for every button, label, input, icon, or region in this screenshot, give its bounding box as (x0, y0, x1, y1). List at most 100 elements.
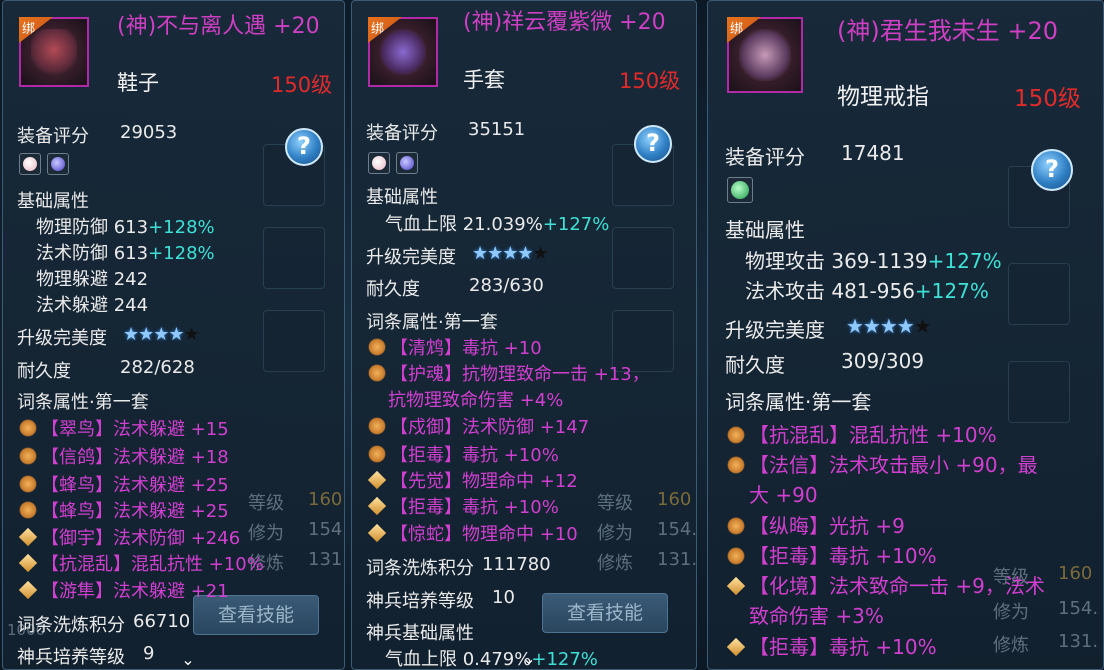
sapphire-gem-icon (400, 156, 414, 170)
star-empty-icon: ★ (532, 243, 549, 264)
cultivate-label: 神兵培养等级 (17, 647, 125, 668)
affix-row: 【信鸽】法术躲避 +18 (19, 443, 229, 469)
durability-value: 309/309 (841, 349, 925, 373)
pearl-gem-icon (372, 156, 386, 170)
durability-label: 耐久度 (725, 353, 785, 377)
item-level: 150级 (619, 69, 681, 93)
affix-row: 【拒毒】毒抗 +10% (726, 631, 937, 660)
item-level: 150级 (271, 73, 333, 97)
scroll-down-chevron-icon[interactable]: ⌄ (173, 652, 203, 668)
affix-row: 【游隼】法术躲避 +21 (18, 577, 229, 603)
score-value: 17481 (841, 141, 905, 165)
bg-level-value: 160 (308, 489, 343, 510)
bg-practice-label: 修炼 (993, 635, 1029, 656)
help-button[interactable]: ? (285, 128, 323, 166)
affix-row: 【纵晦】光抗 +9 (727, 510, 905, 539)
bg-level-label: 等级 (597, 493, 633, 514)
swirl-icon (727, 517, 745, 535)
affix-row: 【法信】法术攻击最小 +90，最 (727, 449, 1038, 478)
bg-equip-slot (612, 227, 674, 289)
cultivate-label: 神兵培养等级 (366, 591, 474, 612)
item-type: 鞋子 (117, 71, 159, 95)
cultivate-value: 9 (143, 643, 155, 664)
cultivate-value: 10 (492, 587, 515, 608)
bg-equip-slot (263, 310, 325, 372)
base-attr-bonus: +128% (148, 243, 215, 264)
bg-cultivate-value: 154. (657, 519, 697, 540)
bg-practice-value: 131. (308, 549, 345, 570)
item-icon-frame: 绑 (368, 17, 438, 87)
swirl-icon (19, 501, 37, 519)
swirl-icon (368, 445, 386, 463)
item-icon-frame: 绑 (727, 17, 803, 93)
diamond-icon (18, 580, 38, 600)
base-attr-label: 基础属性 (725, 218, 805, 242)
item-icon-frame: 绑 (19, 17, 89, 87)
gem-slot (368, 152, 390, 174)
diamond-icon (726, 637, 746, 657)
base-attr-name: 物理攻击 369-1139 (745, 249, 928, 273)
help-button[interactable]: ? (1031, 149, 1073, 191)
affix-row-continued: 抗物理致命伤害 +4% (388, 390, 564, 411)
star-empty-icon: ★ (913, 314, 932, 338)
score-label: 装备评分 (366, 123, 438, 144)
affix-row: 【蜂鸟】法术躲避 +25 (19, 471, 229, 497)
affix-row-continued: 大 +90 (749, 483, 818, 507)
item-tooltip-ring: 等级 160 修为 154. 修炼 131. 绑 (神)君生我未生 +20 物理… (707, 0, 1104, 670)
refine-label: 词条洗炼积分 (366, 558, 474, 579)
gem-slot (727, 177, 753, 203)
base-attr-label: 基础属性 (366, 187, 438, 208)
score-label: 装备评分 (17, 126, 89, 147)
item-tooltip-shoes: 等级 160 修为 154. 修炼 131. 查看技能 1000 绑 (神)不与… (2, 0, 345, 670)
star-icon: ★★★★ (472, 243, 534, 264)
refine-value: 111780 (482, 554, 551, 575)
affix-row: 【清鸩】毒抗 +10 (368, 334, 542, 360)
bg-level-value: 160 (1058, 563, 1093, 584)
affix-row: 【护魂】抗物理致命一击 +13， (368, 360, 650, 386)
affix-row-continued: 致命伤害 +3% (749, 604, 884, 628)
durability-label: 耐久度 (17, 361, 71, 382)
refine-value: 66710 (133, 611, 191, 632)
affix-row: 【化境】法术致命一击 +9，法术 (726, 570, 1045, 599)
bg-equip-slot (1008, 263, 1070, 325)
affix-row: 【御宇】法术防御 +246 (18, 524, 240, 550)
affix-row: 【抗混乱】混乱抗性 +10% (727, 419, 997, 448)
base-attr-name: 物理防御 613 (36, 217, 149, 238)
bg-cultivate-value: 154. (308, 519, 345, 540)
durability-value: 282/628 (120, 357, 195, 378)
gem-slot (396, 152, 418, 174)
item-title: (神)君生我未生 +20 (837, 17, 1059, 45)
bg-equip-slot (263, 227, 325, 289)
scroll-down-chevron-icon[interactable]: ⌄ (514, 651, 544, 667)
swirl-icon (19, 447, 37, 465)
bg-cultivate-label: 修为 (993, 602, 1029, 623)
bg-view-skill-button[interactable]: 查看技能 (542, 593, 668, 633)
affix-row: 【蜂鸟】法术躲避 +25 (19, 497, 229, 523)
base-attr-label: 基础属性 (17, 191, 89, 212)
affix-row: 【拒毒】毒抗 +10% (368, 441, 559, 467)
affix-row: 【戍御】法术防御 +147 (368, 413, 589, 439)
score-label: 装备评分 (725, 145, 805, 169)
affix-label: 词条属性·第一套 (725, 390, 872, 414)
affix-row: 【拒毒】毒抗 +10% (367, 493, 559, 519)
durability-label: 耐久度 (366, 279, 420, 300)
affix-label: 词条属性·第一套 (366, 312, 498, 333)
sapphire-gem-icon (51, 157, 65, 171)
star-icon: ★★★★ (846, 314, 915, 338)
gem-slot (47, 153, 69, 175)
diamond-icon (367, 470, 387, 490)
affix-row: 【惊蛇】物理命中 +10 (367, 520, 578, 546)
affix-row: 【先觉】物理命中 +12 (367, 467, 578, 493)
bg-cultivate-label: 修为 (248, 523, 284, 544)
durability-value: 283/630 (469, 275, 544, 296)
base-attr-name: 气血上限 21.039% (385, 214, 543, 235)
star-icon: ★★★★ (123, 324, 185, 345)
affix-label: 词条属性·第一套 (17, 392, 149, 413)
bg-level-label: 等级 (248, 493, 284, 514)
diamond-icon (726, 576, 746, 596)
help-button[interactable]: ? (634, 125, 672, 163)
divine-attr-name: 气血上限 0.479% (385, 649, 532, 670)
base-attr-bonus: +127% (542, 214, 610, 235)
base-attr-name: 法术防御 613 (36, 243, 149, 264)
perfection-stars: ★★★★★ (472, 243, 549, 264)
